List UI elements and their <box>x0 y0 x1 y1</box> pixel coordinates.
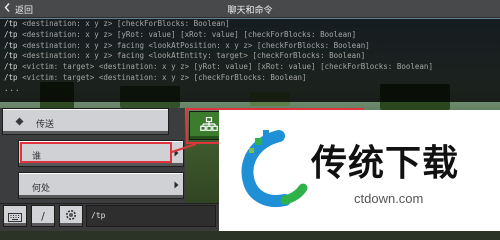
history-line: /tp <destination: x y z> facing <lookAtP… <box>4 40 370 50</box>
where-button[interactable]: 何处 <box>18 172 184 199</box>
teleport-label: 传送 <box>36 120 55 130</box>
keyboard-button[interactable] <box>3 205 27 227</box>
keyboard-icon <box>8 207 22 226</box>
settings-button[interactable] <box>59 205 83 227</box>
teleport-button[interactable]: 传送 <box>2 108 169 135</box>
history-line: /tp <victim: target> <destination: x y z… <box>4 62 433 72</box>
history-line: /tp <victim: target> <destination: x y z… <box>4 72 307 82</box>
who-label: 谁 <box>32 152 42 162</box>
history-line: /tp <destination: x y z> [checkForBlocks… <box>4 19 230 28</box>
where-label: 何处 <box>32 184 51 194</box>
watermark-logo <box>233 116 309 220</box>
watermark-url: ctdown.com <box>354 191 424 206</box>
history-more: ... <box>4 83 21 93</box>
chevron-right-icon <box>174 181 179 191</box>
chat-input[interactable]: /tp <box>86 205 216 227</box>
page-title: 聊天和命令 <box>227 6 273 16</box>
command-history: /tp <destination: x y z> [checkForBlocks… <box>0 19 500 102</box>
history-line: /tp <destination: x y z> facing <lookAtE… <box>4 51 366 61</box>
history-line: /tp <destination: x y z> [yRot: value] [… <box>4 29 357 39</box>
diamond-icon <box>15 117 24 129</box>
slash-command-button[interactable]: / <box>31 205 55 227</box>
watermark-overlay: 传统下载 ctdown.com <box>219 110 500 231</box>
watermark-title: 传统下载 <box>311 143 460 184</box>
chevron-right-icon <box>174 149 179 159</box>
who-button[interactable]: 谁 <box>18 140 184 167</box>
slash-label: / <box>41 209 45 223</box>
sitemap-icon <box>200 116 218 135</box>
gear-icon <box>64 207 78 226</box>
top-bar: 返回 聊天和命令 <box>0 0 500 18</box>
